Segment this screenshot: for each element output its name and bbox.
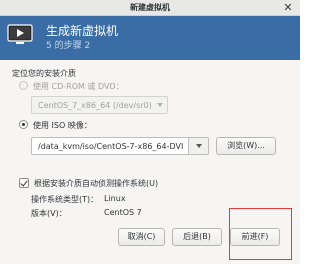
iso-history-dropdown[interactable] [189, 137, 209, 155]
wizard-title: 生成新虚拟机 [46, 24, 119, 38]
chevron-down-icon [157, 103, 163, 107]
auto-detect-checkbox[interactable] [19, 178, 29, 188]
cdrom-radio[interactable] [19, 81, 28, 90]
version-label: 版本(V)： [31, 209, 67, 218]
version-value: CentOS 7 [104, 208, 142, 217]
new-vm-dialog: 新建虚拟机 ✕ 生成新虚拟机 5 的步骤 2 定位您的安装介质 使用 CD-RO… [0, 0, 300, 264]
iso-path-value: /data_kvm/iso/CentOS-7-x86_64-DVI [38, 141, 184, 151]
window-title: 新建虚拟机 [130, 3, 170, 12]
wizard-banner: 生成新虚拟机 5 的步骤 2 [0, 16, 300, 60]
auto-detect-label: 根据安装介质自动侦测操作系统(U) [34, 179, 159, 188]
back-button[interactable]: 后退(B) [172, 228, 222, 246]
cdrom-device-select[interactable]: CentOS_7_x86_64 (/dev/sr0) [31, 96, 168, 114]
monitor-play-icon [7, 24, 33, 44]
cdrom-option-label: 使用 CD-ROM 或 DVD： [33, 82, 124, 91]
os-type-label: 操作系统类型(T)： [31, 195, 99, 204]
iso-path-input[interactable]: /data_kvm/iso/CentOS-7-x86_64-DVI [31, 137, 189, 155]
browse-button[interactable]: 浏览(W)... [216, 137, 276, 155]
install-media-label: 定位您的安装介质 [12, 69, 76, 78]
window-titlebar: 新建虚拟机 ✕ [0, 0, 300, 16]
iso-radio[interactable] [19, 120, 28, 129]
chevron-down-icon [196, 144, 202, 148]
annotation-highlight-box [229, 208, 292, 260]
cdrom-device-value: CentOS_7_x86_64 (/dev/sr0) [38, 100, 152, 110]
iso-option-label: 使用 ISO 映像： [33, 121, 92, 130]
wizard-step: 5 的步骤 2 [46, 41, 91, 51]
cancel-button[interactable]: 取消(C) [118, 228, 165, 246]
close-icon[interactable]: ✕ [282, 2, 294, 14]
os-type-value: Linux [104, 194, 126, 203]
